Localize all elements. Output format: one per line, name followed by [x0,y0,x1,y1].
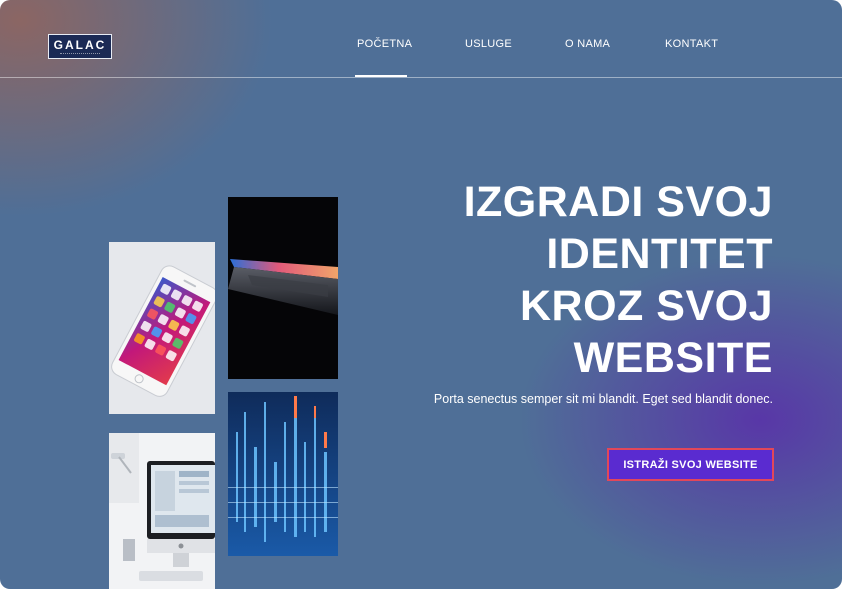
logo[interactable]: GALAC [48,34,112,59]
nav-item-usluge[interactable]: USLUGE [465,38,512,50]
nav-active-indicator [355,75,407,77]
logo-text: GALAC [53,37,107,52]
headline-line-1: IZGRADI SVOJ [463,178,773,226]
hero-headline: IZGRADI SVOJ IDENTITET KROZ SVOJ WEBSITE [353,176,773,384]
logo-underline [60,52,100,55]
smartphone-illustration [109,242,215,414]
nav-item-o-nama[interactable]: O NAMA [565,38,610,50]
nav-item-pocetna[interactable]: POČETNA [357,38,412,50]
hero-subtext: Porta senectus semper sit mi blandit. Eg… [433,392,773,406]
desktop-illustration [109,433,215,589]
site-header: GALAC POČETNA USLUGE O NAMA KONTAKT [0,0,842,78]
headline-line-4: WEBSITE [573,334,773,382]
headline-line-3: KROZ SVOJ [520,282,773,330]
nav-item-kontakt[interactable]: KONTAKT [665,38,718,50]
laptop-photo [228,197,338,379]
headline-line-2: IDENTITET [546,230,773,278]
laptop-illustration [228,197,338,379]
desktop-computer-photo [109,433,215,589]
data-visualization-photo [228,392,338,556]
page-frame: GALAC POČETNA USLUGE O NAMA KONTAKT IZGR… [0,0,842,589]
data-illustration [228,392,338,556]
explore-website-button[interactable]: ISTRAŽI SVOJ WEBSITE [607,448,774,481]
smartphone-photo [109,242,215,414]
